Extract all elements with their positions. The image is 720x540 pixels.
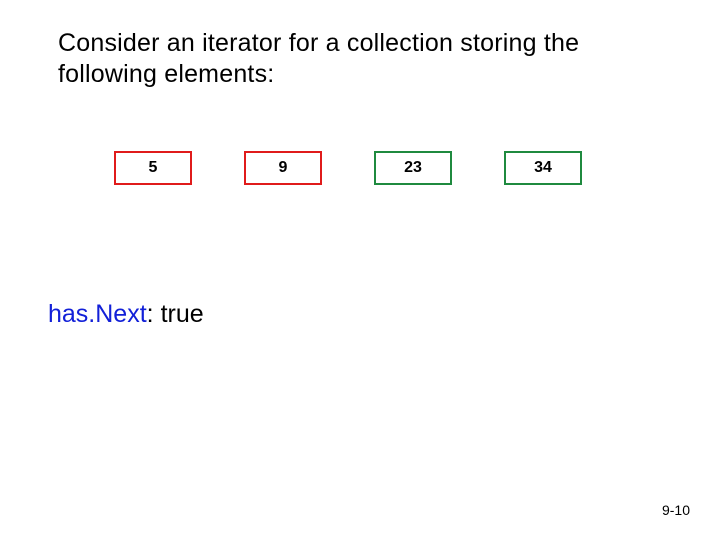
elements-row: 5 9 23 34 (114, 151, 662, 185)
page-number: 9-10 (662, 502, 690, 518)
element-box: 9 (244, 151, 322, 185)
element-box: 34 (504, 151, 582, 185)
iterator-status: has.Next: true (48, 300, 662, 329)
slide: Consider an iterator for a collection st… (0, 0, 720, 540)
method-name: has.Next (48, 300, 147, 328)
slide-heading: Consider an iterator for a collection st… (58, 28, 662, 91)
element-box: 5 (114, 151, 192, 185)
element-box: 23 (374, 151, 452, 185)
status-separator: : (147, 300, 161, 328)
status-value: true (161, 300, 204, 328)
